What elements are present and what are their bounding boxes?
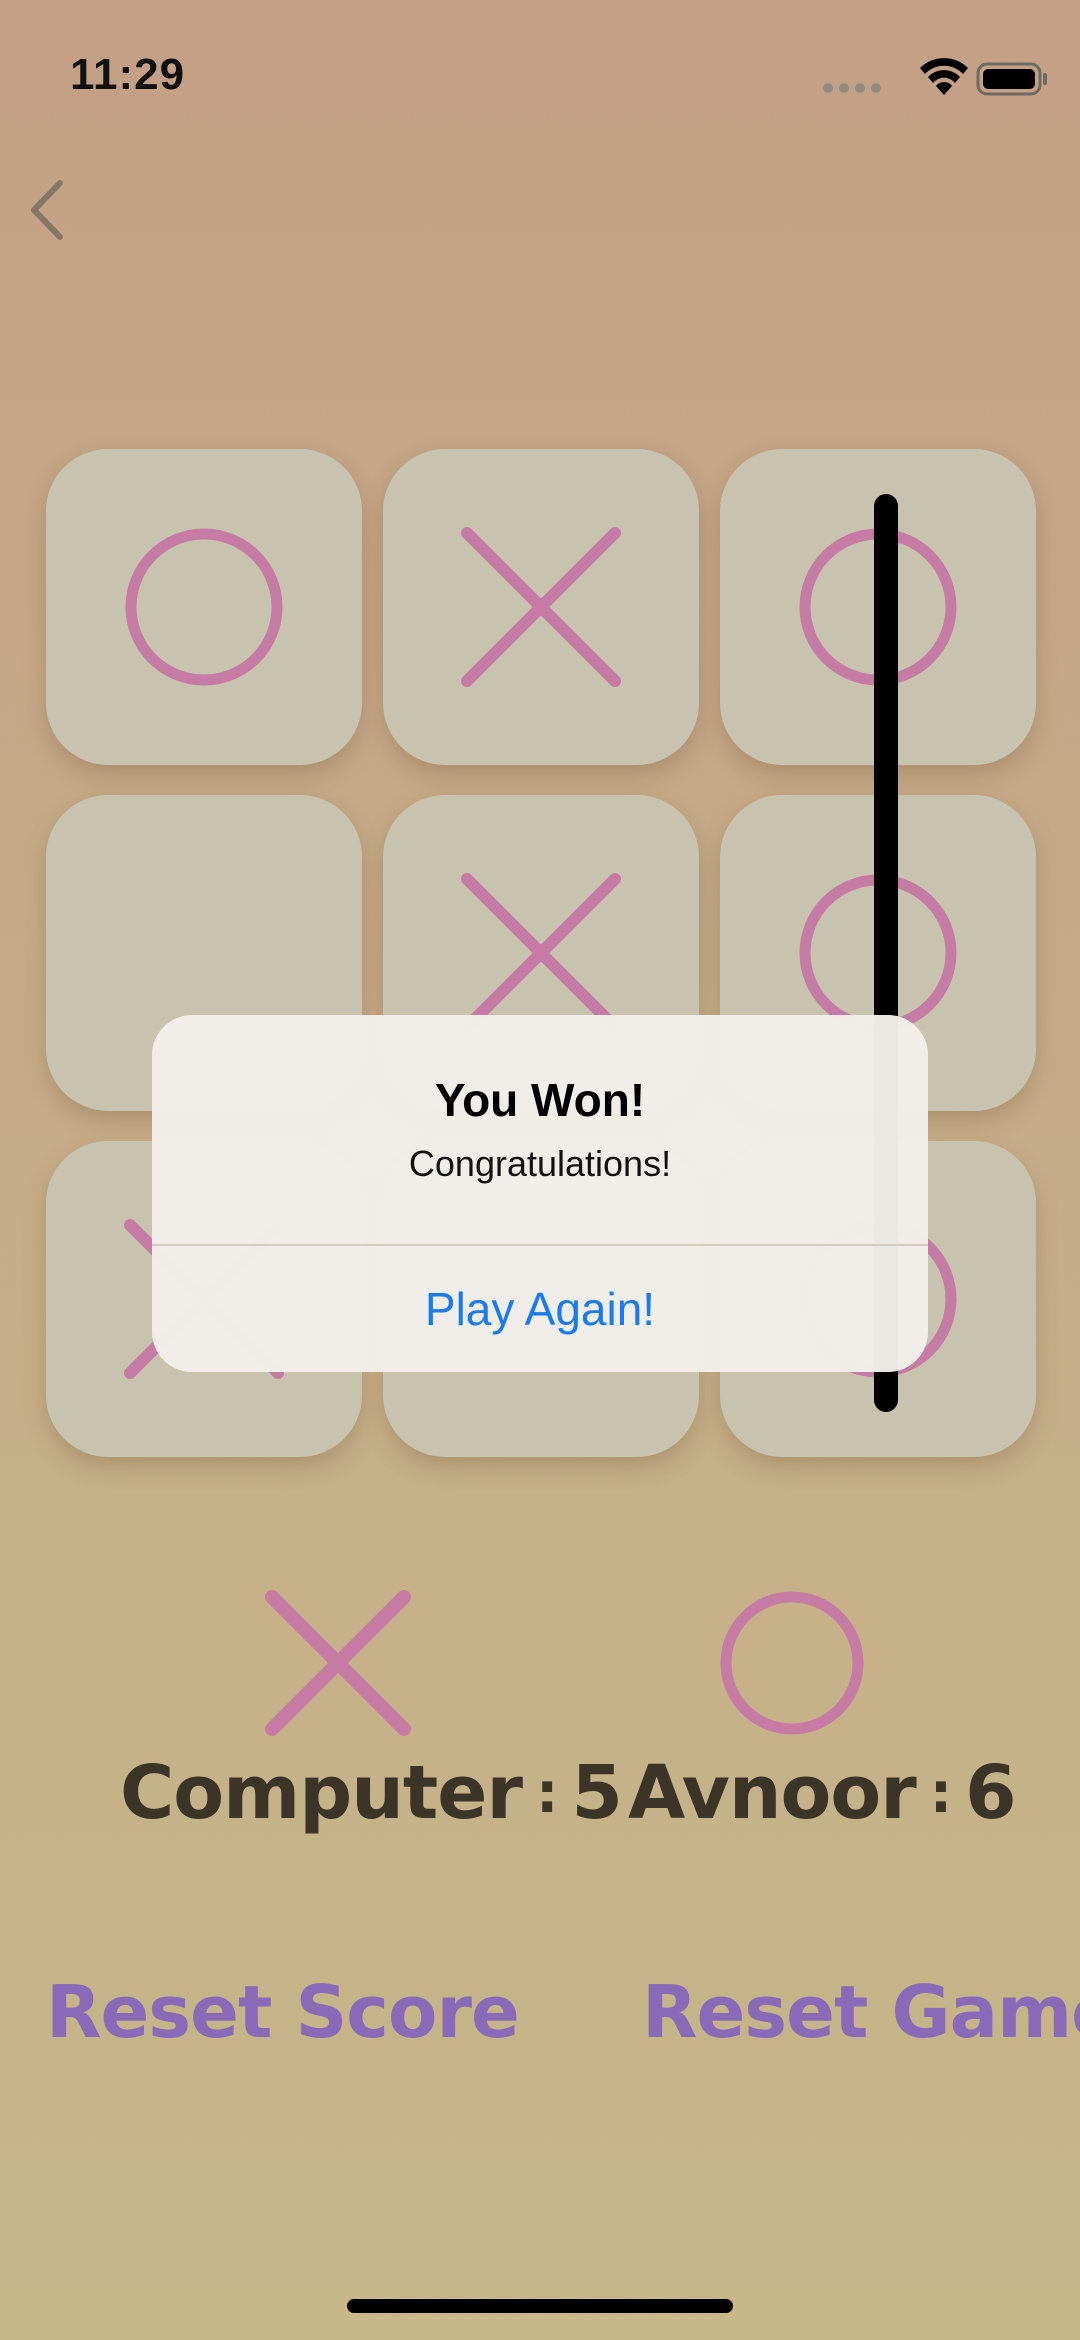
player-score-value: 6 <box>965 1750 1016 1836</box>
computer-name: Computer <box>120 1750 523 1836</box>
alert-title: You Won! <box>434 1074 646 1126</box>
computer-score: Computer:5 <box>120 1750 623 1836</box>
reset-score-button[interactable]: Reset Score <box>46 1970 520 2054</box>
win-alert: You Won! Congratulations! Play Again! <box>152 1015 928 1372</box>
alert-message: Congratulations! <box>408 1143 672 1184</box>
computer-x-icon <box>265 1590 411 1736</box>
player-score-separator: : <box>929 1761 952 1826</box>
x-mark-icon <box>461 527 621 687</box>
player-score: Avnoor:6 <box>628 1750 1017 1836</box>
computer-score-separator: : <box>535 1761 558 1826</box>
play-again-button[interactable]: Play Again! <box>152 1246 928 1372</box>
home-indicator <box>347 2299 733 2313</box>
computer-score-value: 5 <box>571 1750 622 1836</box>
board-cell-1-2[interactable] <box>383 449 699 765</box>
o-mark-icon <box>125 528 283 686</box>
player-name: Avnoor <box>628 1750 917 1836</box>
player-o-icon <box>720 1591 864 1735</box>
reset-game-button[interactable]: Reset Game <box>642 1970 1080 2054</box>
board-cell-1-1[interactable] <box>46 449 362 765</box>
